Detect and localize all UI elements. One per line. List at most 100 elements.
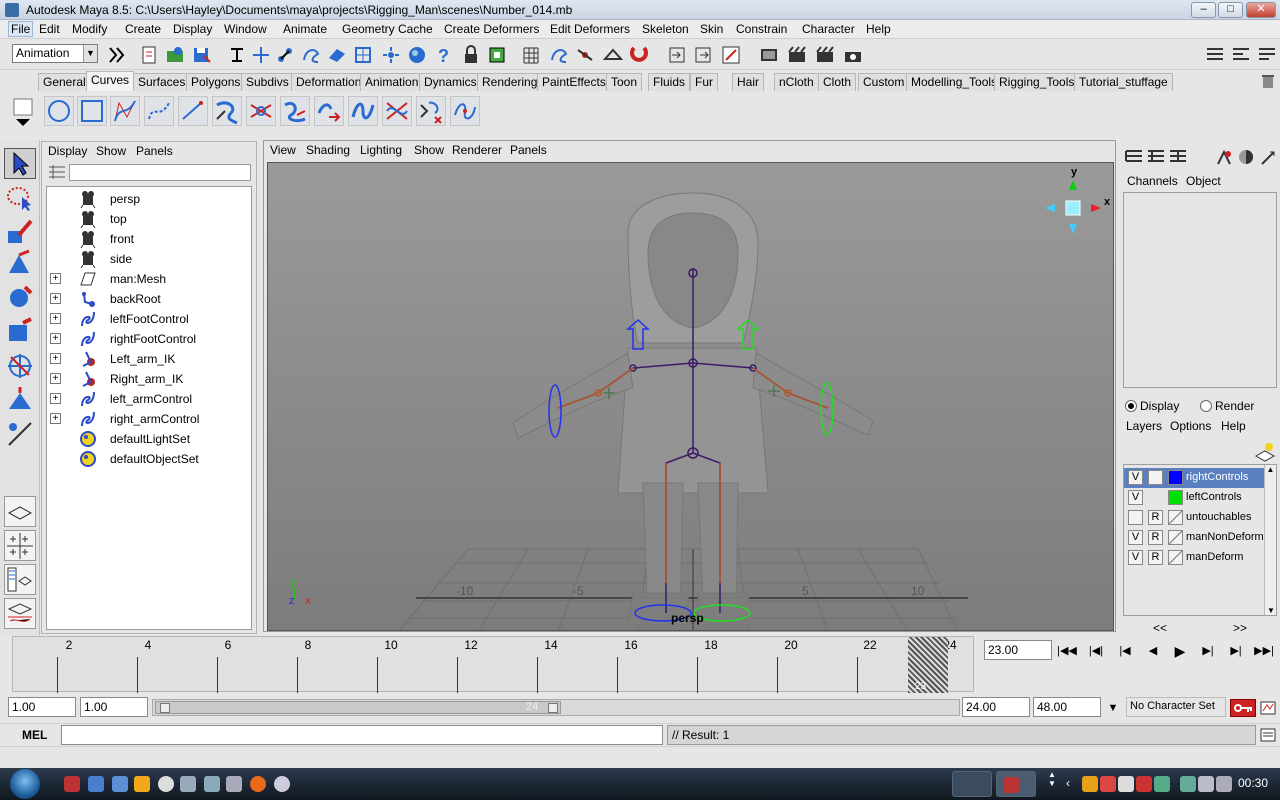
channel-layer-split-icon[interactable] (1146, 148, 1166, 166)
expand-icon[interactable]: + (50, 333, 61, 344)
menu-window[interactable]: Window (224, 22, 267, 36)
tray-volume-icon[interactable] (1216, 776, 1232, 792)
menu-edit[interactable]: Edit (39, 22, 60, 36)
menu-skin[interactable]: Skin (700, 22, 723, 36)
outliner-item-man-mesh[interactable]: + man:Mesh (47, 269, 251, 289)
layer-scroll-left-button[interactable]: << (1153, 621, 1167, 635)
tray-wifi-icon[interactable] (1198, 776, 1214, 792)
shelf-tab-deformation[interactable]: Deformation (291, 73, 367, 91)
menu-create-deformers[interactable]: Create Deformers (444, 22, 539, 36)
nurbs-circle-icon[interactable] (44, 96, 74, 126)
step-forward-frame-icon[interactable]: ▶| (1226, 642, 1246, 660)
menu-edit-deformers[interactable]: Edit Deformers (550, 22, 630, 36)
explorer-icon[interactable] (112, 776, 128, 792)
layer-display-type-toggle[interactable]: R (1148, 550, 1163, 565)
menu-modify[interactable]: Modify (72, 22, 107, 36)
outliner-item-right-armcontrol[interactable]: + right_armControl (47, 409, 251, 429)
outliner-menu-panels[interactable]: Panels (136, 144, 173, 158)
viewport-canvas[interactable]: -10 -5 5 10 persp y x y z x (267, 162, 1114, 631)
layer-display-type-toggle[interactable] (1148, 490, 1163, 505)
hypershade-icon[interactable] (842, 44, 864, 66)
quicklaunch-app-icon[interactable] (64, 776, 80, 792)
show-manipulator-small-icon[interactable] (1214, 148, 1234, 166)
go-to-end-icon[interactable]: ▶▶| (1254, 642, 1274, 660)
pencil-curve-tool-icon[interactable] (178, 96, 208, 126)
expand-icon[interactable]: + (50, 313, 61, 324)
layer-color-swatch[interactable] (1168, 490, 1183, 505)
menu-geometry-cache[interactable]: Geometry Cache (342, 22, 433, 36)
make-live-icon[interactable] (628, 44, 650, 66)
shelf-tab-surfaces[interactable]: Surfaces (133, 73, 191, 91)
expand-icon[interactable]: + (50, 273, 61, 284)
layer-row-untouchables[interactable]: R untouchables (1124, 508, 1264, 528)
select-hierarchy-icon[interactable] (226, 44, 248, 66)
outliner-search-input[interactable] (69, 164, 251, 181)
outliner-item-left-armcontrol[interactable]: + left_armControl (47, 389, 251, 409)
outliner-item-leftfootcontrol[interactable]: + leftFootControl (47, 309, 251, 329)
outliner-item-defaultlightset[interactable]: defaultLightSet (47, 429, 251, 449)
quicklaunch-window-icon[interactable] (204, 776, 220, 792)
menu-create[interactable]: Create (125, 22, 161, 36)
layout-outliner-persp-icon[interactable] (4, 564, 36, 595)
playback-start-field[interactable]: 1.00 (80, 697, 148, 717)
render-layers-radio[interactable] (1200, 400, 1212, 412)
layer-row-rightcontrols[interactable]: V rightControls (1124, 468, 1264, 488)
tray-app-icon[interactable] (1082, 776, 1098, 792)
media-player-icon[interactable] (134, 776, 150, 792)
start-button-icon[interactable] (10, 769, 40, 799)
outliner-menu-display[interactable]: Display (48, 144, 87, 158)
layer-color-swatch[interactable] (1168, 470, 1183, 485)
attribute-editor-small-icon[interactable] (1236, 148, 1256, 166)
channel-box-only-icon[interactable] (1124, 148, 1144, 166)
detach-curves-icon[interactable] (280, 96, 310, 126)
animation-end-field[interactable]: 48.00 (1033, 697, 1101, 717)
layers-menu-help[interactable]: Help (1221, 419, 1246, 433)
play-backwards-icon[interactable]: ◀ (1143, 642, 1163, 660)
layout-persp-graph-icon[interactable] (4, 598, 36, 629)
range-slider-bar[interactable]: 24 (155, 701, 561, 714)
menu-skeleton[interactable]: Skeleton (642, 22, 689, 36)
range-slider-start-handle[interactable] (160, 703, 170, 713)
rotate-tool-icon[interactable] (4, 282, 36, 313)
outliner-item-defaultobjectset[interactable]: defaultObjectSet (47, 449, 251, 469)
layer-list-scrollbar[interactable]: ▲ ▼ (1264, 465, 1276, 615)
layout-four-icon[interactable] (4, 530, 36, 561)
select-curve-icon[interactable] (300, 44, 322, 66)
layer-visibility-toggle[interactable] (1128, 510, 1143, 525)
cv-curve-tool-icon[interactable] (110, 96, 140, 126)
select-joint-icon[interactable] (274, 44, 296, 66)
open-scene-icon[interactable] (164, 44, 186, 66)
save-scene-icon[interactable] (190, 44, 212, 66)
layers-menu-options[interactable]: Options (1170, 419, 1211, 433)
layout-single-icon[interactable] (4, 496, 36, 527)
taskbar-maya-button[interactable] (996, 771, 1036, 797)
layer-row-mandeform[interactable]: V R manDeform (1124, 548, 1264, 568)
step-back-key-icon[interactable]: |◀ (1115, 642, 1135, 660)
shelf-tab-rendering[interactable]: Rendering (477, 73, 543, 91)
close-button[interactable]: ✕ (1246, 2, 1276, 18)
quicklaunch-cat-icon[interactable] (226, 776, 242, 792)
snap-to-curve-icon[interactable] (548, 44, 570, 66)
expand-icon[interactable]: + (50, 413, 61, 424)
shelf-tab-fur[interactable]: Fur (690, 73, 718, 91)
expand-icon[interactable]: + (50, 393, 61, 404)
tray-network-icon[interactable] (1154, 776, 1170, 792)
paint-select-tool-icon[interactable] (4, 216, 36, 247)
character-set-dropdown-icon[interactable]: ▼ (1103, 699, 1123, 717)
menu-display[interactable]: Display (173, 22, 212, 36)
channel-box-toggle-icon[interactable] (1256, 44, 1278, 66)
menu-character[interactable]: Character (802, 22, 855, 36)
display-layers-radio[interactable] (1125, 400, 1137, 412)
select-object-icon[interactable] (250, 44, 272, 66)
show-desktop-icon[interactable] (88, 776, 104, 792)
reverse-curve-icon[interactable] (450, 96, 480, 126)
menu-constrain[interactable]: Constrain (736, 22, 787, 36)
nurbs-square-icon[interactable] (77, 96, 107, 126)
layer-visibility-toggle[interactable]: V (1128, 470, 1143, 485)
range-slider-end-handle[interactable] (548, 703, 558, 713)
tool-settings-toggle-icon[interactable] (1230, 44, 1252, 66)
menu-help[interactable]: Help (866, 22, 891, 36)
new-scene-icon[interactable] (138, 44, 160, 66)
select-tool-icon[interactable] (4, 148, 36, 179)
tray-security-icon[interactable] (1100, 776, 1116, 792)
